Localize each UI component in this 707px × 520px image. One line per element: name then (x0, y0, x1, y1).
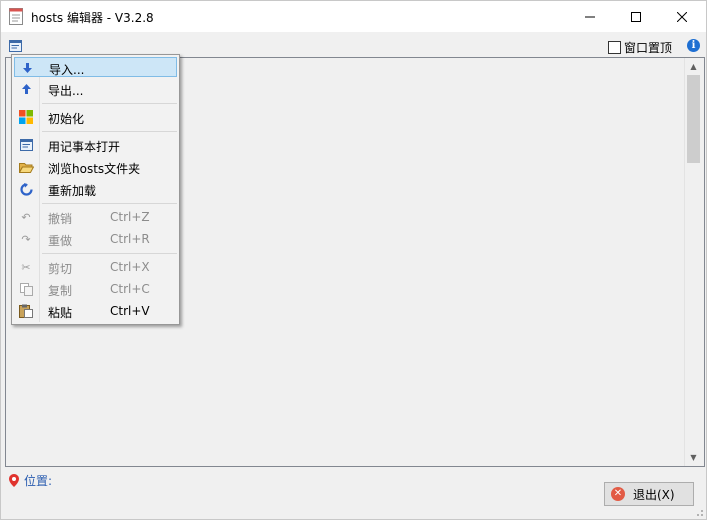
menu-item-open-notepad[interactable]: 用记事本打开 (14, 135, 177, 155)
exit-label: 退出(X) (633, 487, 675, 502)
location-label: 位置: (24, 474, 53, 488)
close-button[interactable] (659, 1, 705, 32)
export-arrow-icon (18, 82, 34, 96)
reload-icon (18, 182, 34, 196)
menu-item-undo[interactable]: ↶ 撤销 Ctrl+Z (14, 207, 177, 227)
minimize-button[interactable] (567, 1, 613, 32)
menu-item-label: 导出... (48, 84, 84, 98)
menu-item-shortcut: Ctrl+C (110, 282, 150, 296)
menu-item-copy[interactable]: 复制 Ctrl+C (14, 279, 177, 299)
windows-logo-icon (18, 110, 34, 124)
menu-item-label: 导入... (49, 63, 85, 77)
menu-item-export[interactable]: 导出... (14, 79, 177, 99)
menu-separator (42, 253, 177, 254)
topmost-checkbox[interactable]: 窗口置顶 (608, 39, 672, 56)
menu-separator (42, 203, 177, 204)
cut-icon: ✂ (21, 260, 31, 274)
scroll-thumb[interactable] (687, 75, 700, 163)
exit-button[interactable]: ✕ 退出(X) (604, 482, 694, 506)
menu-item-shortcut: Ctrl+V (110, 304, 150, 318)
menu-separator (42, 103, 177, 104)
location-pin-icon (9, 474, 19, 487)
menu-item-shortcut: Ctrl+X (110, 260, 150, 274)
menu-item-shortcut: Ctrl+Z (110, 210, 150, 224)
scroll-down-icon[interactable]: ▼ (685, 449, 702, 466)
undo-icon: ↶ (21, 210, 31, 224)
menu-item-initialize[interactable]: 初始化 (14, 107, 177, 127)
menu-notepad-icon[interactable] (9, 40, 22, 52)
menu-item-cut[interactable]: ✂ 剪切 Ctrl+X (14, 257, 177, 277)
document-icon (9, 8, 23, 25)
vertical-scrollbar[interactable]: ▲ ▼ (684, 58, 702, 466)
resize-grip-icon[interactable] (694, 507, 704, 517)
menu-item-paste[interactable]: 粘贴 Ctrl+V (14, 301, 177, 321)
topmost-label: 窗口置顶 (624, 41, 673, 55)
app-window: hosts 编辑器 - V3.2.8 窗口置顶 i ▲ ▼ 位置: ✕ 退出(X… (0, 0, 707, 520)
menu-separator (42, 131, 177, 132)
scroll-up-icon[interactable]: ▲ (685, 58, 702, 75)
menu-item-shortcut: Ctrl+R (110, 232, 150, 246)
menu-item-label: 用记事本打开 (48, 140, 121, 154)
context-menu: 导入... 导出... 初始化 用记事本打开 浏览hosts文件夹 重新加载 ↶… (11, 54, 180, 325)
menu-item-import[interactable]: 导入... (14, 57, 177, 77)
minimize-icon (585, 16, 595, 17)
menu-item-redo[interactable]: ↷ 重做 Ctrl+R (14, 229, 177, 249)
menu-item-browse-folder[interactable]: 浏览hosts文件夹 (14, 157, 177, 177)
menu-item-label: 重做 (48, 234, 73, 248)
folder-open-icon (18, 160, 34, 174)
maximize-icon (631, 11, 641, 22)
menu-item-label: 复制 (48, 284, 73, 298)
title-bar: hosts 编辑器 - V3.2.8 (1, 1, 706, 32)
notepad-icon (18, 138, 34, 152)
menu-item-label: 撤销 (48, 212, 73, 226)
menu-item-label: 重新加载 (48, 184, 97, 198)
menu-item-reload[interactable]: 重新加载 (14, 179, 177, 199)
menu-item-label: 剪切 (48, 262, 73, 276)
redo-icon: ↷ (21, 232, 31, 246)
menu-item-label: 初始化 (48, 112, 85, 126)
info-icon[interactable]: i (687, 39, 700, 52)
menu-item-label: 浏览hosts文件夹 (48, 162, 141, 176)
exit-icon: ✕ (611, 487, 625, 501)
window-title: hosts 编辑器 - V3.2.8 (31, 11, 154, 25)
import-arrow-icon (19, 61, 35, 75)
maximize-button[interactable] (613, 1, 659, 32)
menu-item-label: 粘贴 (48, 306, 73, 320)
copy-icon (18, 282, 34, 296)
location-status: 位置: (9, 472, 52, 489)
close-icon (677, 11, 687, 22)
paste-icon (18, 304, 34, 318)
checkbox-box[interactable] (608, 41, 621, 54)
